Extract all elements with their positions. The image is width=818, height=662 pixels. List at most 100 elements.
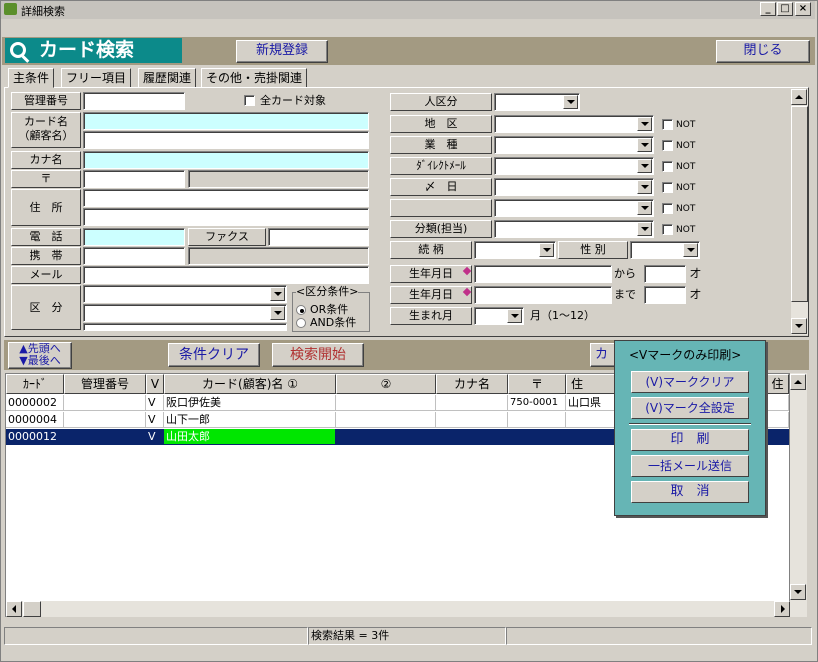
direct-mail-not-checkbox[interactable] — [662, 161, 673, 172]
and-condition-radio[interactable] — [296, 318, 306, 328]
label-fax: ファクス — [188, 228, 266, 246]
area-select[interactable] — [494, 115, 654, 133]
cell-v-mark[interactable]: V — [146, 412, 164, 428]
birthdate-to-input[interactable] — [474, 286, 612, 304]
chevron-down-icon[interactable] — [507, 309, 522, 323]
division-select-2[interactable] — [83, 304, 287, 322]
clear-conditions-button[interactable]: 条件クリア — [168, 343, 260, 367]
direct-mail-select[interactable] — [494, 157, 654, 175]
card-name-input-2[interactable] — [83, 131, 369, 149]
chevron-down-icon[interactable] — [637, 222, 652, 236]
window-title: 詳細検索 — [21, 5, 65, 18]
or-condition-radio[interactable] — [296, 305, 306, 315]
chevron-down-icon[interactable] — [637, 201, 652, 215]
mail-input[interactable] — [83, 266, 369, 284]
person-division-select[interactable] — [494, 93, 580, 111]
col-header-postal[interactable]: 〒 — [508, 374, 566, 394]
cancel-button[interactable]: 取 消 — [631, 481, 749, 503]
birthdate-from-input[interactable] — [474, 265, 612, 283]
extra-not-checkbox[interactable] — [662, 203, 673, 214]
category-staff-select[interactable] — [494, 220, 654, 238]
chevron-down-icon[interactable] — [539, 243, 554, 257]
division-select-3[interactable] — [83, 323, 287, 331]
results-scroll-left[interactable] — [6, 601, 22, 617]
gender-select[interactable] — [630, 241, 700, 259]
cell-card: 0000004 — [6, 412, 64, 428]
address-input-1[interactable] — [83, 189, 369, 207]
results-hscrollbar[interactable] — [6, 601, 790, 617]
col-header-address2[interactable]: 住 — [766, 374, 789, 394]
chevron-down-icon[interactable] — [637, 117, 652, 131]
tab-other-receivables[interactable]: その他・売掛関連 — [201, 68, 308, 88]
new-register-button[interactable]: 新規登録 — [236, 40, 328, 63]
hscroll-thumb[interactable] — [23, 601, 41, 617]
mobile-input[interactable] — [83, 247, 185, 265]
print-button[interactable]: 印 刷 — [631, 429, 749, 451]
results-scroll-up[interactable] — [790, 374, 806, 390]
close-window-button[interactable]: × — [795, 2, 811, 16]
industry-not-checkbox[interactable] — [662, 140, 673, 151]
age-to-input[interactable] — [644, 286, 686, 304]
from-label: から — [614, 267, 636, 280]
chevron-down-icon[interactable] — [270, 306, 285, 320]
age-from-input[interactable] — [644, 265, 686, 283]
card-name-input[interactable] — [83, 112, 369, 130]
start-search-button[interactable]: 検索開始 — [272, 343, 364, 367]
deadline-not-checkbox[interactable] — [662, 182, 673, 193]
birth-month-select[interactable] — [474, 307, 524, 325]
division-select-1[interactable] — [83, 285, 287, 303]
scroll-thumb[interactable] — [791, 106, 808, 302]
category-not-checkbox[interactable] — [662, 224, 673, 235]
tab-free-items[interactable]: フリー項目 — [61, 68, 132, 88]
relation-select[interactable] — [474, 241, 556, 259]
chevron-down-icon[interactable] — [270, 287, 285, 301]
nav-top-bottom-button[interactable]: ▲先頭へ ▼最後へ — [8, 342, 72, 369]
extra-select[interactable] — [494, 199, 654, 217]
chevron-down-icon[interactable] — [637, 159, 652, 173]
col-header-name1[interactable]: カード(顧客)名 ① — [164, 374, 336, 394]
bulk-mail-button[interactable]: 一括メール送信 — [631, 455, 749, 477]
scroll-down-button[interactable] — [791, 318, 807, 334]
deadline-select[interactable] — [494, 178, 654, 196]
address-input-2[interactable] — [83, 208, 369, 226]
close-button[interactable]: 閉じる — [716, 40, 810, 63]
phone-input[interactable] — [83, 228, 185, 246]
col-header-kana[interactable]: カナ名 — [436, 374, 508, 394]
col-header-v[interactable]: V — [146, 374, 164, 394]
set-all-v-mark-button[interactable]: (V)マーク全設定 — [631, 397, 749, 419]
title-bar: 詳細検索 — [1, 1, 815, 19]
col-header-card[interactable]: ｶｰﾄﾞ — [6, 374, 64, 394]
maximize-button[interactable]: □ — [777, 2, 793, 16]
chevron-down-icon[interactable] — [683, 243, 698, 257]
col-header-kanri[interactable]: 管理番号 — [64, 374, 146, 394]
tab-main-conditions[interactable]: 主条件 — [8, 68, 55, 88]
label-category-staff: 分類(担当) — [390, 220, 492, 238]
scroll-up-button[interactable] — [791, 89, 807, 105]
cell-postal — [508, 429, 566, 445]
all-cards-checkbox[interactable] — [244, 95, 255, 106]
tab-history[interactable]: 履歴関連 — [138, 68, 197, 88]
clear-v-mark-button[interactable]: (V)マーククリア — [631, 371, 749, 393]
label-kana: カナ名 — [11, 151, 81, 169]
postal-input[interactable] — [83, 170, 185, 188]
label-industry: 業 種 — [390, 136, 492, 154]
chevron-down-icon[interactable] — [637, 138, 652, 152]
kanri-bango-input[interactable] — [83, 92, 185, 110]
results-vscrollbar[interactable] — [790, 373, 807, 617]
popup-title: <Vマークのみ印刷> — [629, 348, 742, 362]
label-phone: 電 話 — [11, 228, 81, 246]
col-header-name2[interactable]: ② — [336, 374, 436, 394]
area-not-checkbox[interactable] — [662, 119, 673, 130]
label-kanri-bango: 管理番号 — [11, 92, 81, 110]
results-scroll-down[interactable] — [790, 584, 806, 600]
cell-v-mark[interactable]: V — [146, 429, 164, 445]
cell-v-mark[interactable]: V — [146, 395, 164, 411]
go-bottom-text[interactable]: ▼最後へ — [9, 355, 71, 367]
chevron-down-icon[interactable] — [637, 180, 652, 194]
results-scroll-right[interactable] — [774, 601, 790, 617]
industry-select[interactable] — [494, 136, 654, 154]
chevron-down-icon[interactable] — [563, 95, 578, 109]
kana-input[interactable] — [83, 151, 369, 169]
fax-input[interactable] — [268, 228, 369, 246]
minimize-button[interactable]: _ — [760, 2, 776, 16]
